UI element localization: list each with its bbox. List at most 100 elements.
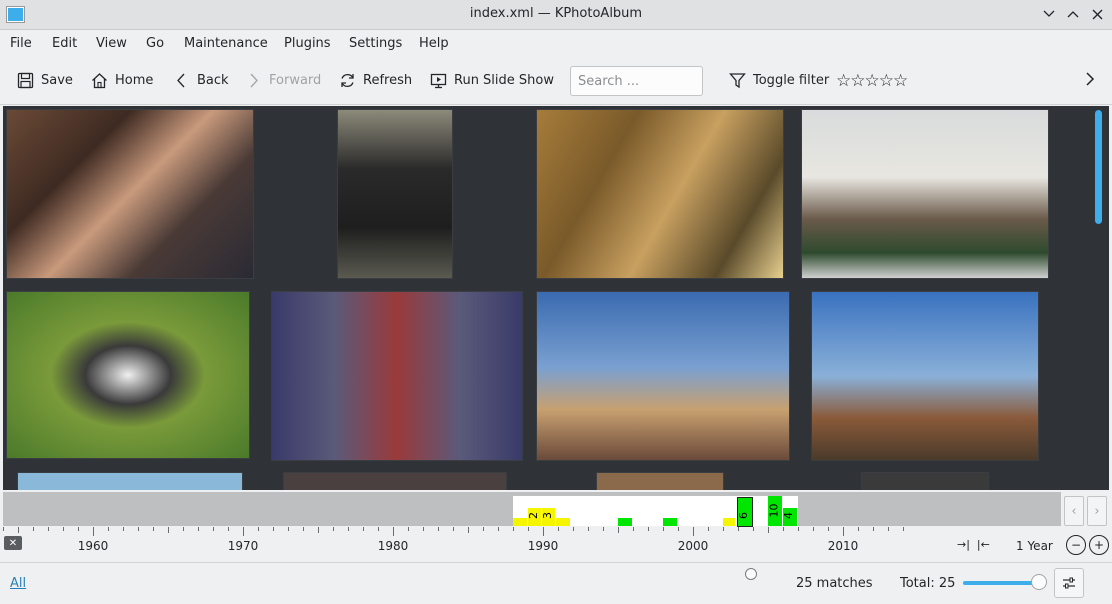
year-label: 2000: [677, 539, 709, 553]
zoom-in-icon[interactable]: +: [1089, 535, 1109, 555]
save-button[interactable]: Save: [17, 72, 73, 89]
timeline-tick: [648, 527, 649, 531]
year-label: 2010: [827, 539, 859, 553]
search-input[interactable]: [570, 66, 703, 96]
photo-thumbnail[interactable]: [17, 472, 243, 490]
back-button[interactable]: Back: [173, 72, 229, 89]
timeline-tick: [528, 527, 529, 531]
timeline-tick: [813, 527, 814, 531]
timeline-tick: [108, 527, 109, 531]
timeline-tick: [663, 527, 664, 531]
photo-thumbnail[interactable]: [536, 291, 790, 461]
refresh-label: Refresh: [363, 73, 413, 88]
scale-arrows-icon: →| |←: [957, 538, 990, 551]
rating-filter-stars[interactable]: ☆☆☆☆☆: [836, 71, 908, 91]
timeline-tick: [798, 527, 799, 531]
menu-edit[interactable]: Edit: [52, 36, 77, 51]
matches-count: 25 matches: [796, 576, 873, 591]
menu-file[interactable]: File: [10, 36, 32, 51]
forward-button[interactable]: Forward: [245, 72, 321, 89]
timeline-tick: [768, 527, 769, 533]
timeline-tick: [408, 527, 409, 531]
slider-handle[interactable]: [1031, 574, 1047, 590]
photo-thumbnail[interactable]: [801, 109, 1049, 279]
menu-view[interactable]: View: [96, 36, 127, 51]
photo-thumbnail[interactable]: [271, 291, 523, 461]
all-link[interactable]: All: [10, 576, 26, 591]
home-button[interactable]: Home: [91, 72, 153, 89]
timeline-tick: [48, 527, 49, 531]
close-icon[interactable]: [1088, 5, 1106, 23]
menu-settings[interactable]: Settings: [349, 36, 402, 51]
timeline-tick: [438, 527, 439, 531]
thumbnail-size-slider[interactable]: [963, 574, 1047, 590]
window-title: index.xml — KPhotoAlbum: [469, 6, 643, 21]
timeline-tick: [153, 527, 154, 531]
timeline-bar-count: 2: [527, 512, 540, 519]
timeline-bar[interactable]: [663, 518, 677, 526]
photo-thumbnail[interactable]: [861, 472, 989, 490]
settings-button[interactable]: [1054, 568, 1084, 598]
timeline-bar-count: 10: [767, 503, 781, 518]
photo-thumbnail[interactable]: [337, 109, 453, 279]
zoom-out-icon[interactable]: −: [1066, 535, 1086, 555]
photo-thumbnail[interactable]: [596, 472, 724, 490]
save-label: Save: [41, 73, 73, 88]
timeline-scroll-left-button[interactable]: ‹: [1064, 496, 1084, 526]
toolbar-overflow-chevron-icon[interactable]: [1085, 70, 1095, 91]
refresh-button[interactable]: Refresh: [339, 72, 412, 89]
timeline-tick: [393, 527, 394, 536]
timeline-bar[interactable]: [513, 518, 527, 526]
back-label: Back: [197, 73, 229, 88]
timeline-tick: [633, 527, 634, 531]
scrollbar-handle[interactable]: [1095, 110, 1102, 224]
timeline-tick: [588, 527, 589, 531]
menu-help[interactable]: Help: [419, 36, 449, 51]
timeline-tick: [498, 527, 499, 531]
timeline-tick: [138, 527, 139, 531]
menu-go[interactable]: Go: [146, 36, 164, 51]
title-bar: index.xml — KPhotoAlbum: [0, 0, 1112, 30]
menu-maintenance[interactable]: Maintenance: [184, 36, 268, 51]
toggle-filter-label: Toggle filter: [753, 73, 830, 88]
timeline-tick: [33, 527, 34, 531]
photo-thumbnail[interactable]: [536, 109, 784, 279]
home-icon: [92, 73, 107, 89]
timeline-bar[interactable]: [618, 518, 632, 526]
photo-thumbnail[interactable]: [6, 109, 254, 279]
maximize-icon[interactable]: [1064, 5, 1082, 23]
timeline-tick: [78, 527, 79, 531]
timeline-tick: [843, 527, 844, 536]
date-timeline[interactable]: 2 3 6 10 4: [3, 492, 1061, 527]
timeline-tick: [273, 527, 274, 531]
year-label: 1970: [227, 539, 259, 553]
timeline-tick: [183, 527, 184, 531]
timeline-tick: [708, 527, 709, 531]
photo-thumbnail[interactable]: [811, 291, 1039, 461]
timeline-tick: [453, 527, 454, 531]
timeline-tick: [363, 527, 364, 531]
timeline-tick: [483, 527, 484, 531]
timeline-bar[interactable]: [556, 518, 570, 526]
slideshow-button[interactable]: Run Slide Show: [430, 72, 554, 89]
refresh-icon: [341, 74, 354, 87]
thumbnail-viewer[interactable]: [3, 106, 1091, 490]
vertical-scrollbar[interactable]: [1091, 106, 1109, 490]
timeline-tick: [3, 527, 4, 531]
timeline-tick: [348, 527, 349, 531]
timeline-bar-count: 3: [541, 512, 554, 519]
timeline-tick: [18, 527, 19, 533]
back-arrow-icon: [177, 73, 185, 88]
minimize-icon[interactable]: [1040, 5, 1058, 23]
photo-thumbnail[interactable]: [6, 291, 250, 459]
timeline-tick: [513, 527, 514, 531]
timeline-scroll-right-button[interactable]: ›: [1087, 496, 1107, 526]
toggle-filter-button[interactable]: Toggle filter: [729, 72, 829, 89]
photo-thumbnail[interactable]: [283, 472, 507, 490]
timeline-bar[interactable]: [723, 518, 735, 526]
timeline-tick: [858, 527, 859, 531]
menu-plugins[interactable]: Plugins: [284, 36, 331, 51]
clear-date-icon[interactable]: ✕: [4, 536, 22, 550]
timeline-bar-count: 4: [782, 512, 795, 519]
slideshow-icon: [430, 73, 447, 89]
